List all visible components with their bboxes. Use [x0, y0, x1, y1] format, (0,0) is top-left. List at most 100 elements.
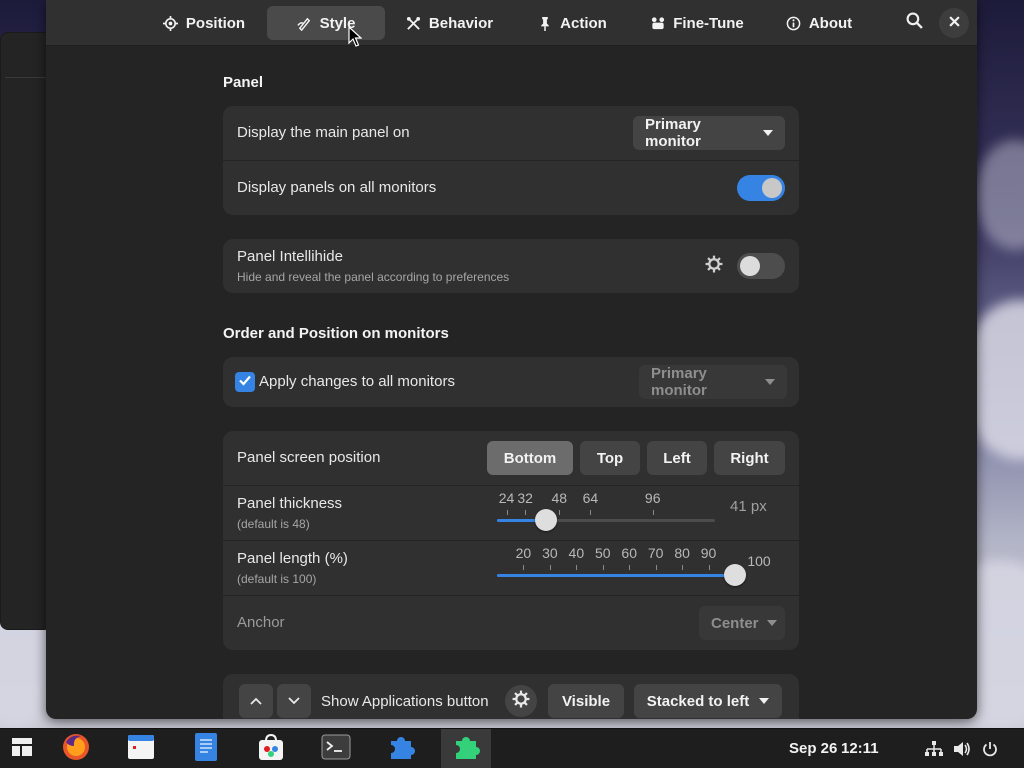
thickness-value: 41 px [730, 498, 767, 515]
intellihide-group: Panel Intellihide Hide and reveal the pa… [223, 239, 799, 293]
tab-action[interactable]: Action [516, 6, 628, 40]
move-down-button[interactable] [277, 684, 311, 718]
length-slider-handle[interactable] [724, 564, 746, 586]
thickness-slider-handle[interactable] [534, 509, 557, 531]
gear-icon [512, 690, 530, 713]
show-apps-group: Show Applications button Visible Stacked… [223, 674, 799, 719]
all-monitors-switch[interactable] [737, 175, 785, 201]
search-icon [906, 12, 923, 34]
tick-mark [590, 510, 592, 515]
about-icon [786, 15, 802, 31]
software-store-launcher[interactable] [255, 733, 287, 765]
close-button[interactable] [939, 8, 969, 38]
button-label: Bottom [503, 449, 557, 467]
calendar-launcher[interactable] [125, 733, 157, 765]
position-bottom-button[interactable]: Bottom [487, 441, 573, 475]
app-menu-button[interactable] [6, 733, 38, 765]
software-store-icon [256, 732, 286, 767]
chevron-up-icon [250, 692, 262, 710]
button-label: Visible [561, 692, 611, 710]
action-icon [537, 15, 553, 31]
volume-icon[interactable] [952, 739, 972, 759]
mouse-pointer-icon [348, 26, 362, 47]
intellihide-settings-button[interactable] [698, 250, 730, 282]
clock-date[interactable]: Sep 26 [789, 740, 837, 757]
button-label: Top [596, 449, 624, 467]
firefox-launcher[interactable] [60, 733, 92, 765]
position-left-button[interactable]: Left [647, 441, 707, 475]
dropdown-value: Primary monitor [645, 116, 701, 150]
tick-label: 30 [542, 545, 558, 561]
order-section-title: Order and Position on monitors [223, 325, 449, 342]
terminal-icon [321, 734, 351, 765]
dash-to-panel-launcher[interactable] [450, 733, 482, 765]
background-window[interactable] [0, 32, 53, 630]
tick-label: 64 [582, 490, 599, 506]
main-panel-row: Display the main panel on Primary monito… [223, 106, 799, 160]
anchor-dropdown[interactable]: Center [699, 606, 785, 640]
tick-mark [549, 565, 551, 570]
calendar-icon [127, 733, 155, 766]
all-monitors-label: Display panels on all monitors [237, 179, 437, 196]
text-editor-icon [193, 732, 219, 767]
screen-position-row: Panel screen position Bottom Top Left Ri… [223, 431, 799, 485]
show-apps-settings-button[interactable] [505, 685, 537, 717]
thickness-row: Panel thickness (default is 48) 24 32 48 64… [223, 486, 799, 540]
tick-label: 40 [568, 545, 585, 561]
terminal-launcher[interactable] [320, 733, 352, 765]
chevron-down-icon [288, 692, 300, 710]
behavior-icon [406, 15, 422, 31]
clock-time[interactable]: 12:11 [841, 740, 879, 757]
dropdown-value: Center [711, 614, 759, 632]
position-right-button[interactable]: Right [714, 441, 785, 475]
visibility-button[interactable]: Visible [548, 684, 624, 718]
intellihide-switch[interactable] [737, 253, 785, 279]
tab-label: About [808, 14, 853, 32]
chevron-down-icon [759, 698, 770, 704]
power-icon[interactable] [980, 739, 1000, 759]
tab-behavior[interactable]: Behavior [392, 6, 507, 40]
thickness-scale: 24 32 48 64 96 [497, 486, 715, 540]
panel-position-group: Panel screen position Bottom Top Left Ri… [223, 431, 799, 650]
apply-all-checkbox[interactable] [235, 372, 255, 392]
firefox-icon [61, 732, 91, 767]
tick-mark [652, 510, 654, 515]
position-icon [163, 15, 179, 31]
tick-label: 70 [647, 545, 664, 561]
panel-section-title: Panel [223, 74, 264, 91]
search-button[interactable] [899, 8, 929, 38]
intellihide-subtitle: Hide and reveal the panel according to p… [237, 270, 510, 284]
tick-label: 90 [700, 545, 717, 561]
tick-label: 100 [747, 553, 771, 569]
screen-position-label: Panel screen position [237, 449, 381, 466]
dash-to-panel-icon [451, 732, 481, 767]
main-panel-monitor-dropdown[interactable]: Primary monitor [633, 116, 785, 150]
order-monitor-dropdown[interactable]: Primary monitor [639, 365, 787, 399]
position-dropdown[interactable]: Stacked to left [634, 684, 782, 718]
show-apps-label: Show Applications button [321, 693, 489, 710]
tab-position[interactable]: Position [144, 6, 264, 40]
gear-icon [705, 255, 723, 278]
position-top-button[interactable]: Top [580, 441, 640, 475]
extensions-launcher[interactable] [385, 733, 417, 765]
chevron-down-icon [766, 620, 777, 626]
thickness-sublabel: (default is 48) [237, 517, 310, 531]
style-page[interactable]: Panel Display the main panel on Primary … [46, 47, 977, 719]
length-label: Panel length (%) [237, 550, 348, 567]
style-icon [297, 15, 313, 31]
tick-label: 48 [551, 490, 568, 506]
thickness-label: Panel thickness [237, 495, 343, 512]
extensions-icon [386, 732, 416, 767]
intellihide-label: Panel Intellihide [237, 248, 343, 265]
text-editor-launcher[interactable] [190, 732, 222, 767]
tick-label: 32 [517, 490, 533, 506]
tab-style[interactable]: Style [267, 6, 385, 40]
close-icon [948, 14, 960, 32]
tick-label: 60 [621, 545, 638, 561]
apply-all-label: Apply changes to all monitors [259, 373, 455, 390]
tab-fine-tune[interactable]: Fine-Tune [638, 6, 756, 40]
tab-about[interactable]: About [774, 6, 864, 40]
move-up-button[interactable] [239, 684, 273, 718]
network-icon[interactable] [924, 739, 944, 759]
tick-label: 80 [674, 545, 690, 561]
